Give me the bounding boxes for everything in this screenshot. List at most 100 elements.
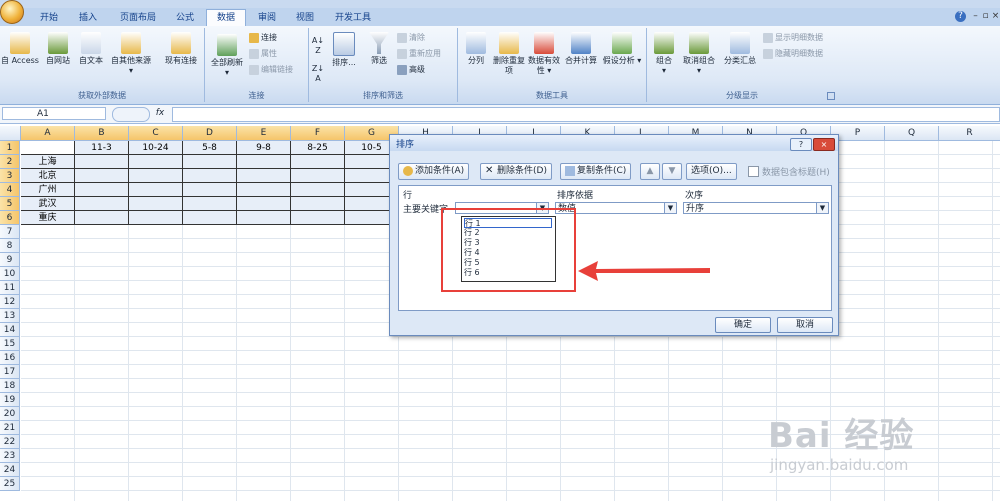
tab-developer[interactable]: 开发工具 [330,10,376,26]
dialog-help-button[interactable]: ? [790,138,812,151]
order-select[interactable]: 升序 ▼ [683,202,829,214]
data-validation-button[interactable]: 数据有效性 ▾ [528,32,560,76]
text-to-columns-button[interactable]: 分列 [462,32,490,66]
row-header[interactable]: 23 [0,449,20,463]
from-access-button[interactable]: 自 Access [0,32,40,66]
column-header[interactable]: F [291,126,345,140]
sort-asc-button[interactable]: A↓ Z [311,36,325,56]
cell-A2[interactable]: 上海 [21,155,75,169]
reapply-link[interactable]: 重新应用 [397,48,441,59]
row-header[interactable]: 3 [0,169,20,183]
data-range[interactable] [75,155,399,225]
row-header[interactable]: 8 [0,239,20,253]
fx-icon[interactable]: fx [150,107,170,120]
cell-A5[interactable]: 武汉 [21,197,75,211]
filter-button[interactable]: 筛选 [365,32,393,66]
what-if-analysis-button[interactable]: 假设分析 ▾ [602,32,642,66]
has-header-checkbox[interactable] [748,166,759,177]
cell-A1[interactable] [21,141,75,155]
row-header[interactable]: 14 [0,323,20,337]
row-header[interactable]: 25 [0,477,20,491]
cell-C1[interactable]: 10-24 [129,141,183,155]
row-header[interactable]: 9 [0,253,20,267]
existing-connections-button[interactable]: 现有连接 [160,32,202,66]
office-button[interactable] [0,0,24,24]
cell-D1[interactable]: 5-8 [183,141,237,155]
edit-links-link[interactable]: 编辑链接 [249,64,293,75]
column-header[interactable]: C [129,126,183,140]
row-header[interactable]: 1 [0,141,20,155]
delete-condition-button[interactable]: ✕ 删除条件(D) [480,163,552,180]
dialog-close-button[interactable]: × [813,138,835,151]
show-detail-link[interactable]: 显示明细数据 [763,32,823,43]
row-header[interactable]: 5 [0,197,20,211]
consolidate-button[interactable]: 合并计算 [562,32,600,66]
move-down-button[interactable]: ▼ [662,163,682,180]
cancel-button[interactable]: 取消 [777,317,833,333]
from-text-button[interactable]: 自文本 [76,32,106,66]
move-up-button[interactable]: ▲ [640,163,660,180]
tab-insert[interactable]: 插入 [75,10,101,26]
row-header[interactable]: 4 [0,183,20,197]
connections-link[interactable]: 连接 [249,32,277,43]
column-header[interactable]: P [831,126,885,140]
cell-A6[interactable]: 重庆 [21,211,75,225]
cell-E1[interactable]: 9-8 [237,141,291,155]
row-header[interactable]: 15 [0,337,20,351]
row-header[interactable]: 10 [0,267,20,281]
column-header[interactable]: B [75,126,129,140]
ungroup-button[interactable]: 取消组合 ▾ [679,32,719,76]
tab-home[interactable]: 开始 [36,10,62,26]
tab-formulas[interactable]: 公式 [172,10,198,26]
sort-desc-button[interactable]: Z↓ A [311,64,325,84]
row-header[interactable]: 24 [0,463,20,477]
help-icon[interactable]: ? [955,11,966,22]
options-button[interactable]: 选项(O)... [686,163,737,180]
hide-detail-link[interactable]: 隐藏明细数据 [763,48,823,59]
formula-input[interactable] [172,107,1000,122]
add-condition-button[interactable]: 添加条件(A) [398,163,470,180]
column-header[interactable]: E [237,126,291,140]
row-header[interactable]: 20 [0,407,20,421]
column-header[interactable]: A [21,126,75,140]
copy-condition-button[interactable]: 复制条件(C) [560,163,632,180]
column-header[interactable]: Q [885,126,939,140]
group-button[interactable]: 组合 ▾ [651,32,677,76]
clear-link[interactable]: 清除 [397,32,425,43]
cell-A3[interactable]: 北京 [21,169,75,183]
row-header[interactable]: 6 [0,211,20,225]
row-header[interactable]: 21 [0,421,20,435]
row-header[interactable]: 19 [0,393,20,407]
row-header[interactable]: 12 [0,295,20,309]
tab-page-layout[interactable]: 页面布局 [115,10,161,26]
column-header[interactable]: R [939,126,1000,140]
name-box[interactable]: A1 [2,107,106,120]
row-header[interactable]: 13 [0,309,20,323]
properties-link[interactable]: 属性 [249,48,277,59]
tab-data[interactable]: 数据 [206,9,246,27]
dialog-launcher-icon[interactable] [827,92,835,100]
row-header[interactable]: 17 [0,365,20,379]
remove-duplicates-button[interactable]: 删除重复项 [492,32,526,76]
cell-B1[interactable]: 11-3 [75,141,129,155]
select-all-corner[interactable] [0,126,21,140]
row-header[interactable]: 7 [0,225,20,239]
column-header[interactable]: D [183,126,237,140]
refresh-all-button[interactable]: 全部刷新 ▾ [207,34,247,78]
tab-view[interactable]: 视图 [292,10,318,26]
row-header[interactable]: 16 [0,351,20,365]
sort-button[interactable]: 排序... [329,32,359,68]
close-icon[interactable]: × [990,11,1000,22]
row-header[interactable]: 2 [0,155,20,169]
cell-A4[interactable]: 广州 [21,183,75,197]
from-web-button[interactable]: 自网站 [42,32,74,66]
tab-review[interactable]: 审阅 [254,10,280,26]
row-header[interactable]: 22 [0,435,20,449]
subtotal-button[interactable]: 分类汇总 [721,32,759,66]
row-header[interactable]: 18 [0,379,20,393]
from-other-sources-button[interactable]: 自其他来源 ▾ [106,32,156,76]
cell-F1[interactable]: 8-25 [291,141,345,155]
advanced-link[interactable]: 高级 [397,64,425,75]
row-header[interactable]: 11 [0,281,20,295]
ok-button[interactable]: 确定 [715,317,771,333]
